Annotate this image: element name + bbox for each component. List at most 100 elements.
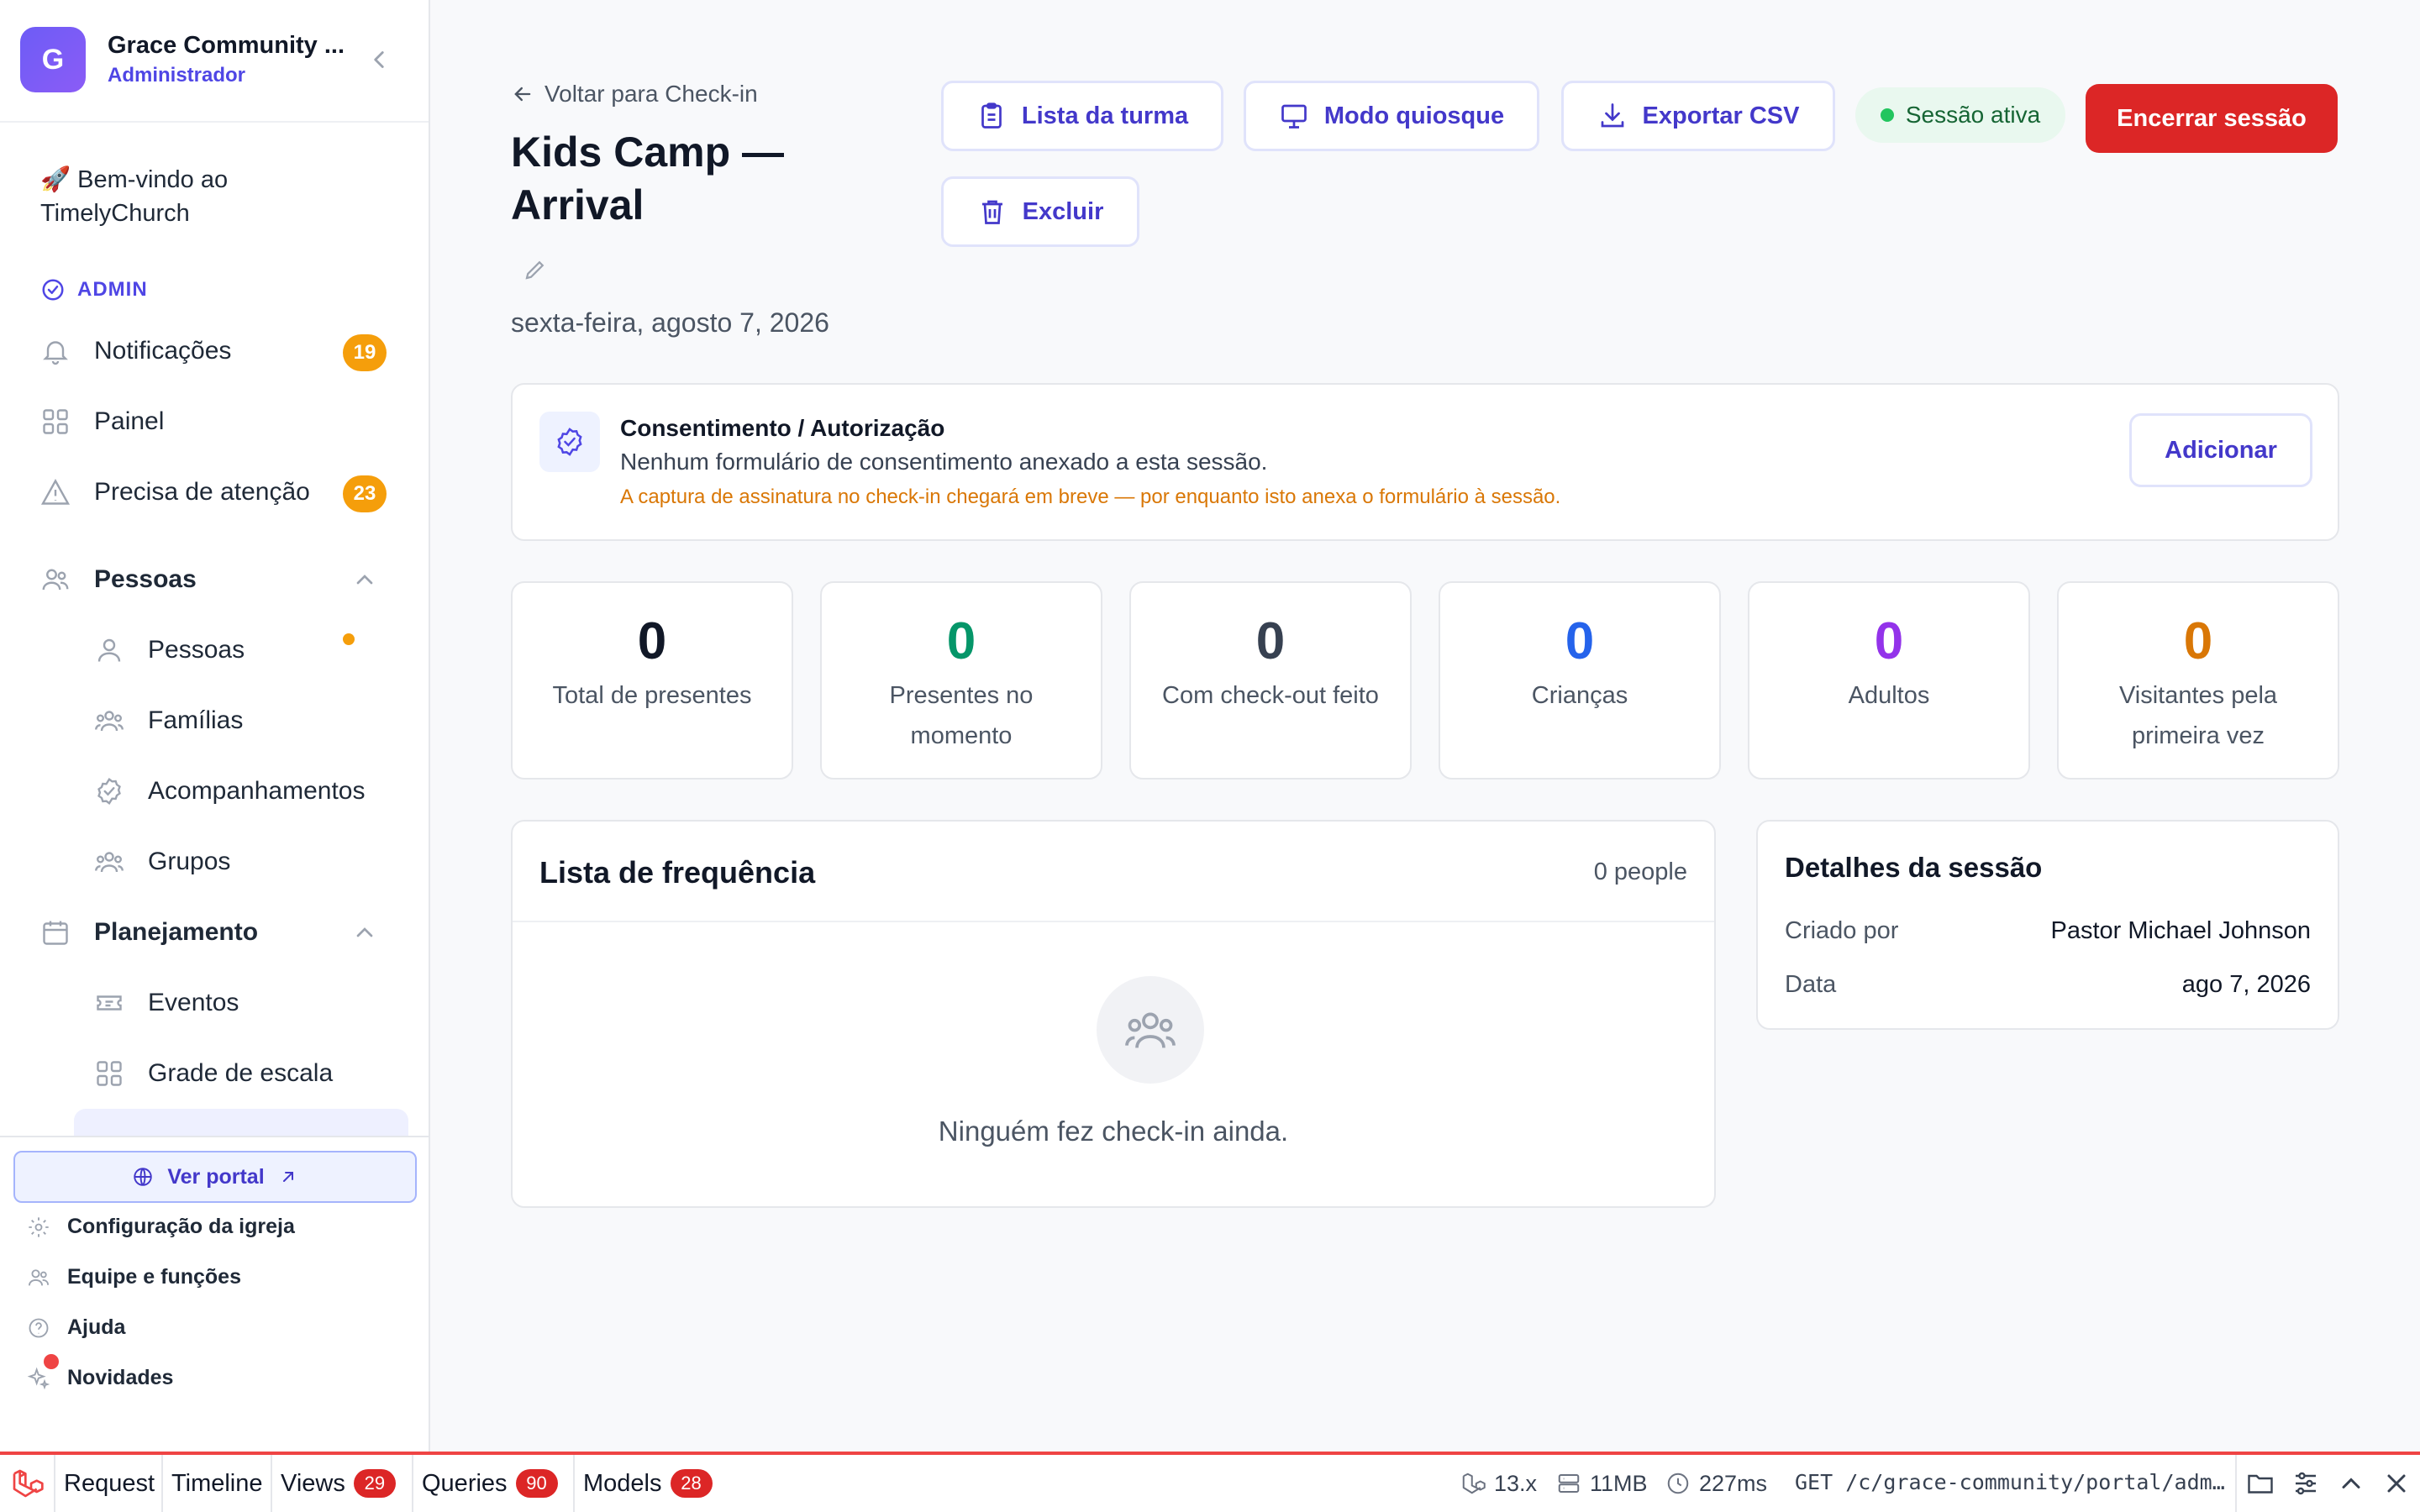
sidebar-item-dashboard[interactable]: Painel	[40, 398, 393, 445]
close-icon[interactable]	[2381, 1468, 2412, 1499]
class-list-button[interactable]: Lista da turma	[941, 81, 1223, 151]
export-csv-label: Exportar CSV	[1642, 102, 1800, 129]
sidebar-item-label: Notificações	[94, 337, 232, 365]
chevron-up-icon[interactable]	[2336, 1468, 2366, 1499]
end-session-label: Encerrar sessão	[2117, 104, 2307, 132]
debugbar-tab-label: Timeline	[171, 1469, 263, 1497]
divider	[2235, 1455, 2237, 1512]
detail-key: Data	[1785, 971, 1837, 998]
view-portal-label: Ver portal	[167, 1164, 265, 1189]
stat-card-checked-out: 0 Com check-out feito	[1129, 581, 1412, 780]
church-settings-link[interactable]: Configuração da igreja	[27, 1215, 295, 1239]
stat-label: Crianças	[1531, 682, 1628, 709]
external-link-icon	[282, 1172, 293, 1182]
debugbar-count-badge: 90	[515, 1469, 558, 1498]
check-circle-icon	[42, 279, 64, 301]
ticket-icon	[97, 995, 122, 1011]
help-link[interactable]: Ajuda	[27, 1315, 125, 1340]
stat-value: 0	[1565, 612, 1595, 670]
globe-icon	[134, 1168, 153, 1186]
sidebar-group-label: Pessoas	[94, 565, 197, 593]
kiosk-mode-button[interactable]: Modo quiosque	[1244, 81, 1539, 151]
debugbar-memory-label: 11MB	[1590, 1470, 1648, 1496]
add-consent-button[interactable]: Adicionar	[2129, 413, 2312, 487]
welcome-text: 🚀 Bem-vindo ao TimelyChurch	[40, 166, 229, 227]
sidebar-group-label: Planejamento	[94, 918, 259, 946]
sidebar-group-planning[interactable]: Planejamento	[40, 909, 393, 956]
bell-icon	[43, 341, 68, 365]
stat-card-total: 0 Total de presentes	[511, 581, 793, 780]
detail-row-created-by: Criado por Pastor Michael Johnson	[1785, 917, 2311, 951]
sidebar-group-people[interactable]: Pessoas	[40, 556, 393, 603]
whats-new-link[interactable]: Novidades	[27, 1354, 173, 1390]
team-roles-link[interactable]: Equipe e funções	[27, 1265, 241, 1289]
stat-card-adults: 0 Adultos	[1748, 581, 2030, 780]
consent-title: Consentimento / Autorização	[620, 415, 945, 441]
debugbar-memory: 11MB	[1556, 1455, 1648, 1512]
debugbar-tab-views[interactable]: Views 29	[272, 1455, 413, 1512]
sidebar-item-families[interactable]: Famílias	[94, 697, 397, 744]
grid-icon	[43, 409, 68, 434]
pencil-icon[interactable]	[523, 257, 548, 282]
util-label: Configuração da igreja	[67, 1215, 295, 1238]
stat-value: 0	[637, 612, 667, 670]
org-switcher[interactable]: G Grace Community ... Administrador	[0, 0, 429, 123]
laravel-logo-icon	[1462, 1473, 1486, 1494]
debugbar-tab-timeline[interactable]: Timeline	[163, 1455, 272, 1512]
settings-sliders-icon[interactable]	[2291, 1468, 2321, 1499]
end-session-button[interactable]: Encerrar sessão	[2086, 84, 2338, 153]
admin-label: ADMIN	[77, 278, 148, 301]
chevron-up-icon[interactable]	[351, 919, 378, 946]
sidebar-item-notifications[interactable]: Notificações 19	[40, 328, 393, 375]
debugbar-tab-request[interactable]: Request	[55, 1455, 163, 1512]
debugbar-tab-queries[interactable]: Queries 90	[413, 1455, 575, 1512]
stat-label: Visitantes pela primeira vez	[2118, 682, 2278, 749]
sidebar-item-schedule-grid[interactable]: Grade de escala	[94, 1050, 397, 1097]
sidebar: G Grace Community ... Administrador 🚀 Be…	[0, 0, 430, 1453]
session-date: sexta-feira, agosto 7, 2026	[511, 307, 829, 338]
sidebar-footer: Ver portal Configuração da igreja Equipe…	[0, 1136, 429, 1453]
debugbar-logo[interactable]	[0, 1455, 55, 1512]
sidebar-item-people[interactable]: Pessoas	[94, 627, 397, 674]
admin-section-label: ADMIN	[40, 277, 148, 302]
sidebar-item-events[interactable]: Eventos	[94, 979, 397, 1026]
sidebar-item-label: Pessoas	[148, 636, 245, 664]
sidebar-item-groups[interactable]: Grupos	[94, 838, 397, 885]
grid-icon	[97, 1061, 122, 1086]
page-title: Kids Camp — Arrival	[511, 129, 785, 228]
debugbar-count-badge: 28	[670, 1469, 713, 1498]
view-portal-button[interactable]: Ver portal	[13, 1151, 417, 1203]
help-icon	[29, 1318, 49, 1337]
folder-icon[interactable]	[2245, 1468, 2275, 1499]
stat-card-children: 0 Crianças	[1439, 581, 1721, 780]
session-status-badge: Sessão ativa	[1855, 87, 2065, 143]
sidebar-item-label: Eventos	[148, 989, 239, 1016]
attention-count-badge: 23	[343, 475, 387, 512]
kiosk-mode-label: Modo quiosque	[1323, 102, 1505, 129]
delete-button[interactable]: Excluir	[941, 176, 1139, 247]
users-icon	[28, 1268, 50, 1285]
user-icon	[97, 638, 121, 662]
clock-icon	[1667, 1473, 1689, 1494]
laravel-logo-icon	[13, 1469, 44, 1498]
chevron-left-icon[interactable]	[365, 45, 393, 74]
back-to-checkin-link[interactable]: Voltar para Check-in	[511, 81, 758, 108]
debugbar-time-label: 227ms	[1699, 1470, 1768, 1496]
debugbar-time: 227ms	[1665, 1455, 1767, 1512]
chevron-up-icon[interactable]	[351, 566, 378, 593]
sparkle-icon	[27, 1367, 50, 1389]
debugbar-count-badge: 29	[353, 1469, 396, 1498]
sidebar-item-attention[interactable]: Precisa de atenção 23	[40, 469, 393, 516]
debugbar-tab-models[interactable]: Models 28	[575, 1455, 726, 1512]
server-icon	[1558, 1474, 1580, 1493]
sidebar-item-label: Grupos	[148, 848, 231, 875]
arrow-left-icon	[514, 87, 531, 102]
empty-state-icon-circle	[1097, 976, 1204, 1084]
sidebar-item-label: Famílias	[148, 706, 244, 734]
gear-icon	[29, 1216, 49, 1237]
group-icon	[1125, 1012, 1176, 1048]
debugbar-tab-label: Views	[281, 1469, 345, 1497]
sidebar-item-followups[interactable]: Acompanhamentos	[94, 768, 397, 815]
export-csv-button[interactable]: Exportar CSV	[1561, 81, 1835, 151]
stat-card-present: 0 Presentes no momento	[820, 581, 1102, 780]
